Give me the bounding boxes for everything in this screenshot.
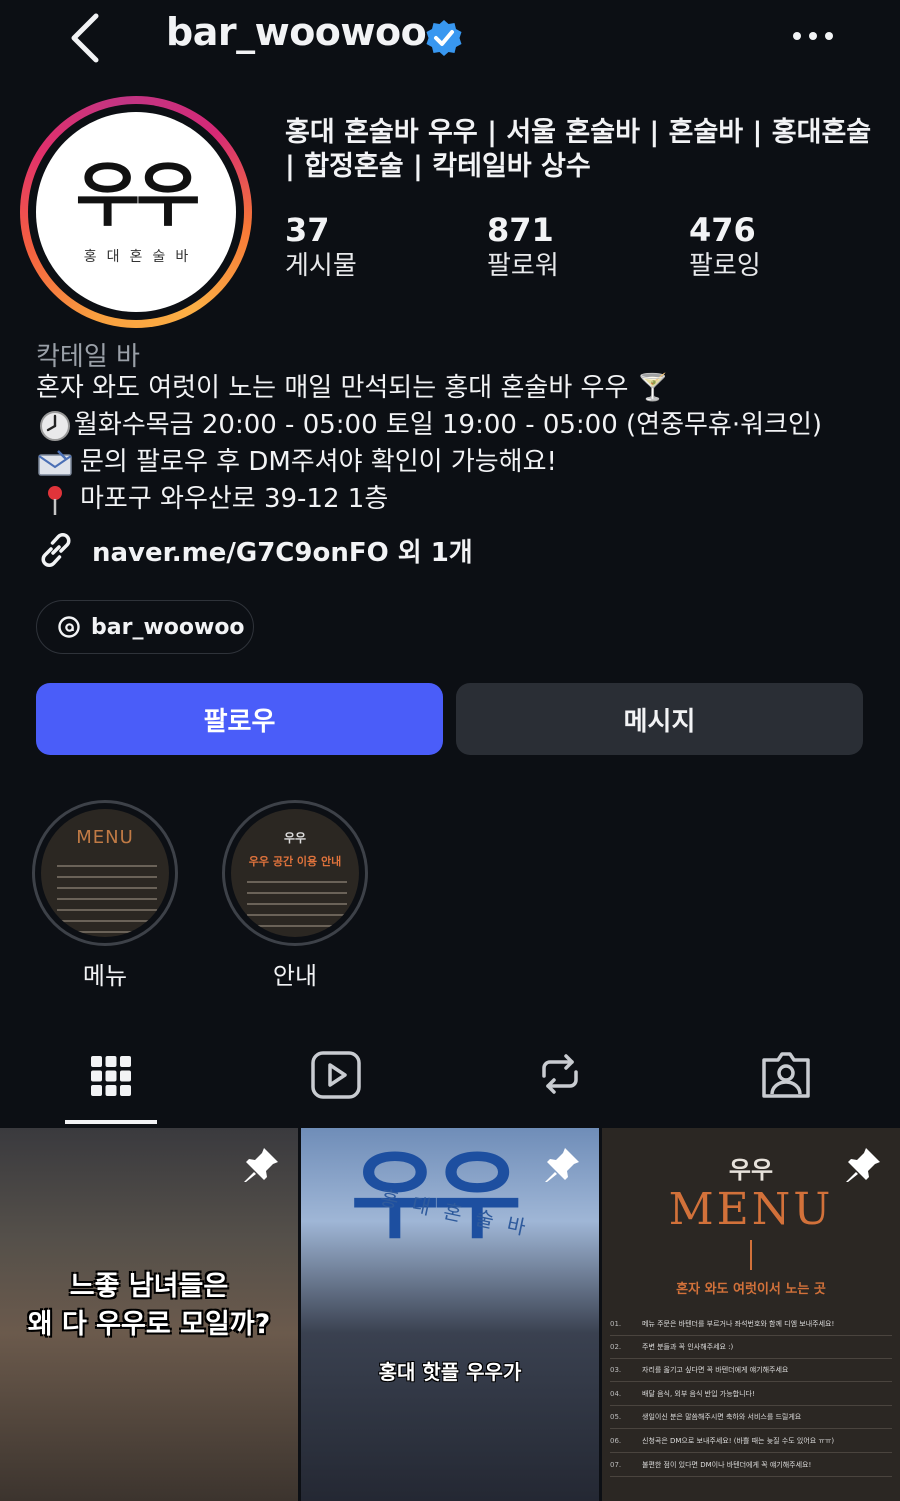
menu-rule-row: 01. 메뉴 주문은 바텐더를 부르거나 좌석번호와 함께 디엠 보내주세요!: [610, 1312, 892, 1336]
tagged-icon[interactable]: [758, 1046, 814, 1102]
verified-badge-icon: [426, 20, 462, 56]
pinned-icon: [846, 1148, 880, 1182]
active-tab-indicator: [65, 1120, 157, 1124]
menu-rule-row: 05. 생일이신 분은 말씀해주시면 축하와 서비스를 드릴게요: [610, 1405, 892, 1429]
highlight-cover: 우우 우우 공간 이용 안내: [231, 809, 359, 937]
envelope-icon: [38, 449, 72, 476]
highlight-info[interactable]: 우우 우우 공간 이용 안내 안내: [222, 800, 368, 991]
highlight-menu[interactable]: MENU 메뉴: [32, 800, 178, 991]
posts-grid: 느좋 남녀들은 왜 다 우우로 모일까? 우우 홍대혼술바 홍대 핫플 우우가 …: [0, 1128, 900, 1501]
highlight-cover: MENU: [41, 809, 169, 937]
post-thumbnail[interactable]: 우우 MENU 혼자 와도 여럿이서 노는 곳 01. 메뉴 주문은 바텐더를 부…: [602, 1128, 900, 1501]
pinned-icon: [244, 1148, 278, 1182]
menu-rule-row: 04. 배달 음식, 외부 음식 반입 가능합니다!: [610, 1382, 892, 1406]
bio-line: 월화수목금 20:00 - 05:00 토일 19:00 - 05:00 (연중…: [36, 407, 886, 444]
profile-bio: 혼자 와도 여럿이 노는 매일 만석되는 홍대 혼술바 우우 🍸 월화수목금 2…: [36, 370, 886, 518]
post-menu-title: MENU: [668, 1184, 834, 1235]
threads-icon: [58, 616, 80, 638]
post-overlay-text: 홍대 핫플 우우가: [378, 1360, 522, 1384]
profile-full-name: 홍대 혼술바 우우 | 서울 혼술바 | 혼술바 | 홍대혼술 | 합정혼술 |…: [285, 117, 872, 182]
highlight-cover-logo: 우우: [283, 831, 307, 845]
post-menu-subtitle: 혼자 와도 여럿이서 노는 곳: [676, 1282, 826, 1297]
profile-username: bar_woowoo: [166, 10, 427, 54]
clock-icon: [40, 410, 70, 441]
highlight-label: 메뉴: [82, 962, 128, 990]
profile-tabs: [0, 1040, 900, 1126]
top-bar: bar_woowoo: [0, 0, 900, 78]
highlight-cover-title: 우우 공간 이용 안내: [248, 855, 342, 868]
stat-following[interactable]: 476 팔로잉: [689, 210, 761, 282]
grid-icon[interactable]: [83, 1046, 139, 1102]
more-options-icon[interactable]: [790, 22, 836, 50]
profile-category: 칵테일 바: [36, 342, 140, 372]
link-icon: [41, 533, 71, 567]
menu-rule-row: 07. 불편한 점이 있다면 DM이나 바텐더에게 꼭 얘기해주세요!: [610, 1453, 892, 1477]
story-ring[interactable]: 우우 홍대혼술바: [20, 96, 252, 328]
follow-button[interactable]: 팔로우: [36, 683, 443, 755]
stat-posts-label: 게시물: [285, 251, 357, 281]
pinned-icon: [545, 1148, 579, 1182]
bio-line: 마포구 와우산로 39-12 1층: [36, 481, 886, 518]
post-overlay-text: 느좋 남녀들은 왜 다 우우로 모일까?: [27, 1271, 271, 1340]
reels-icon[interactable]: [308, 1046, 364, 1102]
highlight-cover-title: MENU: [76, 827, 134, 848]
pin-icon: [48, 485, 62, 515]
profile-link-text[interactable]: naver.me/G7C9onFO 외 1개: [92, 532, 473, 569]
reposts-icon[interactable]: [532, 1046, 588, 1102]
profile-link[interactable]: naver.me/G7C9onFO 외 1개: [36, 530, 473, 570]
stat-posts[interactable]: 37 게시물: [285, 210, 357, 282]
post-thumbnail[interactable]: 느좋 남녀들은 왜 다 우우로 모일까?: [0, 1128, 298, 1501]
stat-followers[interactable]: 871 팔로워: [487, 210, 559, 282]
threads-badge[interactable]: bar_woowoo: [36, 600, 254, 654]
avatar: 우우 홍대혼술바: [36, 112, 236, 312]
back-arrow-icon[interactable]: [62, 8, 112, 64]
menu-rule-row: 03. 자리를 옮기고 싶다면 꼭 바텐더에게 얘기해주세요: [610, 1358, 892, 1382]
message-button[interactable]: 메시지: [456, 683, 863, 755]
menu-rule-row: 06. 신청곡은 DM으로 보내주세요! (바쁠 때는 늦질 수도 있어요 ㅠㅠ): [610, 1429, 892, 1453]
menu-rule-row: 02. 주변 분들과 꼭 인사해주세요 :): [610, 1335, 892, 1359]
bio-line: 혼자 와도 여럿이 노는 매일 만석되는 홍대 혼술바 우우 🍸: [36, 373, 669, 403]
avatar-logo-subtext: 홍대혼술바: [83, 249, 199, 265]
stat-posts-count: 37: [285, 211, 330, 249]
avatar-logo-text: 우우: [75, 154, 201, 236]
stat-following-count: 476: [689, 211, 756, 249]
threads-handle: bar_woowoo: [91, 614, 245, 640]
stat-following-label: 팔로잉: [689, 251, 761, 281]
stat-followers-count: 871: [487, 211, 554, 249]
highlight-label: 안내: [272, 962, 318, 990]
stat-followers-label: 팔로워: [487, 251, 559, 281]
post-thumbnail[interactable]: 우우 홍대혼술바 홍대 핫플 우우가: [301, 1128, 599, 1501]
bio-line: 문의 팔로우 후 DM주셔야 확인이 가능해요!: [36, 444, 886, 481]
